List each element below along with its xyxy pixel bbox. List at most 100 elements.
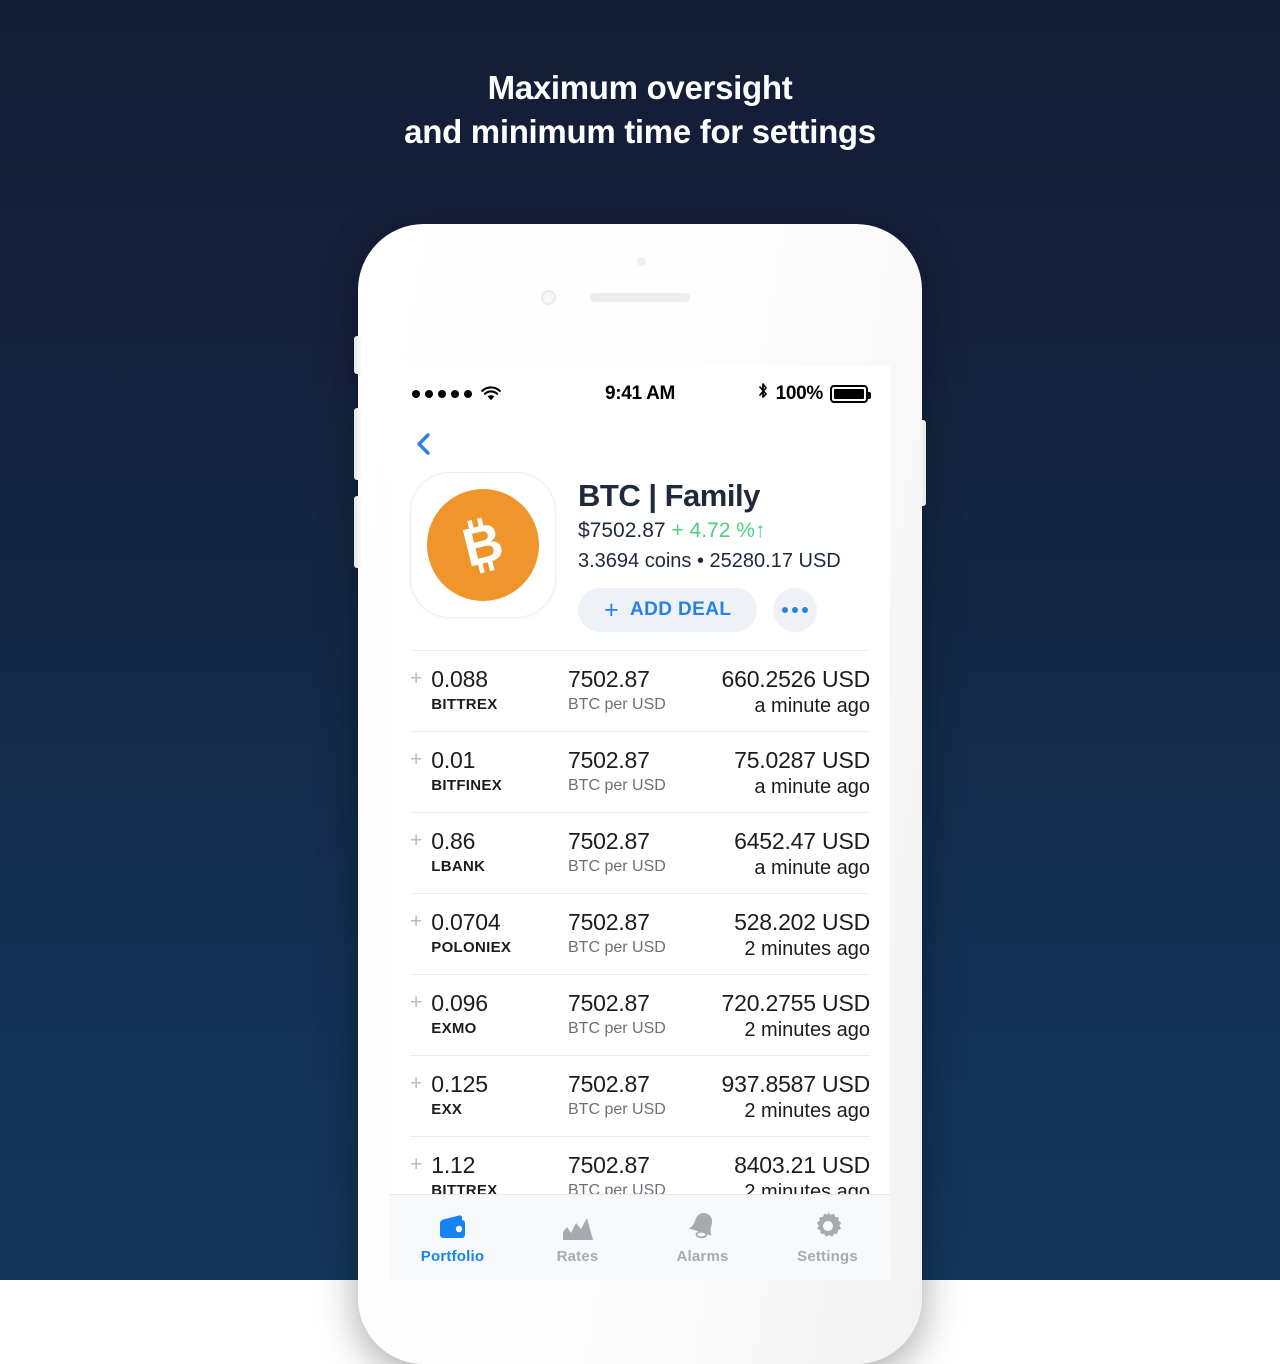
deal-exchange: BITFINEX [431,777,503,794]
table-row[interactable]: +0.088 BITTREX 7502.87 BTC per USD 660.2526 … [410,650,870,731]
deal-rate: 7502.87 [568,1152,650,1178]
plus-icon: + [410,748,423,771]
nav-bar [390,422,890,466]
deal-amount-cell: +0.01 BITFINEX [410,746,568,798]
deal-exchange: EXMO [431,1020,477,1037]
phone-device-frame: 9:41 AM 100% B BTC | Family $7502.87 + 4… [354,224,926,1364]
deal-rate: 7502.87 [568,666,650,692]
deal-value-cell: 720.2755 USD 2 minutes ago [708,989,871,1043]
phone-screen: 9:41 AM 100% B BTC | Family $7502.87 + 4… [390,366,890,1280]
plus-icon: + [410,829,423,852]
coin-info: BTC | Family $7502.87 + 4.72 %↑ 3.3694 c… [578,472,870,632]
deal-value-cell: 937.8587 USD 2 minutes ago [708,1070,871,1124]
table-row[interactable]: +0.01 BITFINEX 7502.87 BTC per USD 75.0287 U… [410,731,870,812]
deal-amount-cell: +0.125 EXX [410,1070,568,1122]
coin-header: B BTC | Family $7502.87 + 4.72 %↑ 3.3694… [390,466,890,632]
deal-amount: 0.125 [431,1071,488,1097]
deal-value: 660.2526 USD [721,666,871,692]
wallet-icon [438,1211,468,1241]
coin-avatar: B [410,472,556,618]
deal-value: 6452.47 USD [734,828,870,854]
deal-rate: 7502.87 [568,990,650,1016]
deal-rate-unit: BTC per USD [568,1101,666,1118]
tab-portfolio[interactable]: Portfolio [390,1195,515,1280]
deal-rate-cell: 7502.87 BTC per USD [568,908,708,960]
deal-rate: 7502.87 [568,909,650,935]
table-row[interactable]: +0.096 EXMO 7502.87 BTC per USD 720.2755 USD… [410,974,870,1055]
deal-time: a minute ago [754,695,870,717]
tab-rates[interactable]: Rates [515,1195,640,1280]
deal-rate: 7502.87 [568,828,650,854]
coin-change-badge: + 4.72 %↑ [671,519,766,542]
more-options-button[interactable] [773,588,818,632]
deal-amount-cell: +0.86 LBANK [410,827,568,879]
deal-amount: 1.12 [431,1152,476,1178]
deal-value-cell: 660.2526 USD a minute ago [708,665,871,719]
deal-time: 2 minutes ago [744,938,870,960]
coin-price: $7502.87 [578,519,666,542]
deal-rate-unit: BTC per USD [568,696,666,713]
deal-exchange: BITTREX [431,696,498,713]
page-title: BTC | Family [578,478,760,513]
add-deal-button[interactable]: + ADD DEAL [578,588,758,632]
deal-rate-cell: 7502.87 BTC per USD [568,746,708,798]
earpiece-speaker [590,293,690,302]
deal-time: 2 minutes ago [744,1100,870,1122]
table-row[interactable]: +0.86 LBANK 7502.87 BTC per USD 6452.47 USD a… [410,812,870,893]
deal-amount: 0.0704 [431,909,501,935]
deal-amount: 0.01 [431,747,476,773]
deal-exchange: LBANK [431,858,486,875]
status-bar: 9:41 AM 100% [390,366,890,422]
deal-value-cell: 6452.47 USD a minute ago [708,827,870,881]
tab-label: Settings [797,1247,858,1265]
deal-value-cell: 75.0287 USD a minute ago [708,746,870,800]
coin-actions: + ADD DEAL [578,588,870,632]
deal-rate-unit: BTC per USD [568,858,666,875]
tab-label: Alarms [676,1247,729,1265]
deal-amount: 0.088 [431,666,488,692]
deal-amount: 0.096 [431,990,488,1016]
bell-icon [688,1211,718,1241]
mute-switch[interactable] [354,336,361,374]
tab-label: Rates [556,1247,599,1265]
deal-time: 2 minutes ago [744,1019,870,1041]
table-row[interactable]: +0.125 EXX 7502.87 BTC per USD 937.8587 USD 2… [410,1055,870,1136]
power-button[interactable] [919,420,926,506]
coin-price-row: $7502.87 + 4.72 %↑ [578,516,870,546]
deal-rate-unit: BTC per USD [568,939,666,956]
tab-label: Portfolio [420,1247,485,1265]
battery-icon [830,385,871,403]
gear-icon [813,1211,843,1241]
deal-exchange: EXX [431,1101,463,1118]
chart-icon [562,1211,594,1241]
deal-time: a minute ago [754,776,870,798]
plus-icon: + [410,667,423,690]
status-bar-time: 9:41 AM [604,383,676,404]
deal-amount-cell: +0.088 BITTREX [410,665,568,717]
deals-list: +0.088 BITTREX 7502.87 BTC per USD 660.2526 … [390,650,890,1280]
headline: Maximum oversight and minimum time for s… [0,66,1280,154]
front-camera-icon [541,290,556,305]
volume-up-button[interactable] [354,408,361,480]
deal-value: 937.8587 USD [721,1071,871,1097]
tab-alarms[interactable]: Alarms [640,1195,765,1280]
deal-value: 720.2755 USD [721,990,871,1016]
back-chevron-icon[interactable] [412,431,434,457]
deal-value: 8403.21 USD [734,1152,870,1178]
volume-down-button[interactable] [354,496,361,568]
deal-rate: 7502.87 [568,747,650,773]
deal-rate-cell: 7502.87 BTC per USD [568,989,708,1041]
tab-settings[interactable]: Settings [765,1195,890,1280]
deal-value: 528.202 USD [734,909,870,935]
table-row[interactable]: +0.0704 POLONIEX 7502.87 BTC per USD 528.202… [410,893,870,974]
headline-line-2: and minimum time for settings [404,113,876,150]
deal-time: a minute ago [754,857,870,879]
add-deal-label: ADD DEAL [630,599,732,620]
deal-exchange: POLONIEX [431,939,512,956]
deal-amount: 0.86 [431,828,476,854]
deal-amount-cell: +0.096 EXMO [410,989,568,1041]
deal-rate-cell: 7502.87 BTC per USD [568,1070,708,1122]
deal-rate-cell: 7502.87 BTC per USD [568,665,708,717]
deal-rate: 7502.87 [568,1071,650,1097]
deal-rate-unit: BTC per USD [568,777,666,794]
